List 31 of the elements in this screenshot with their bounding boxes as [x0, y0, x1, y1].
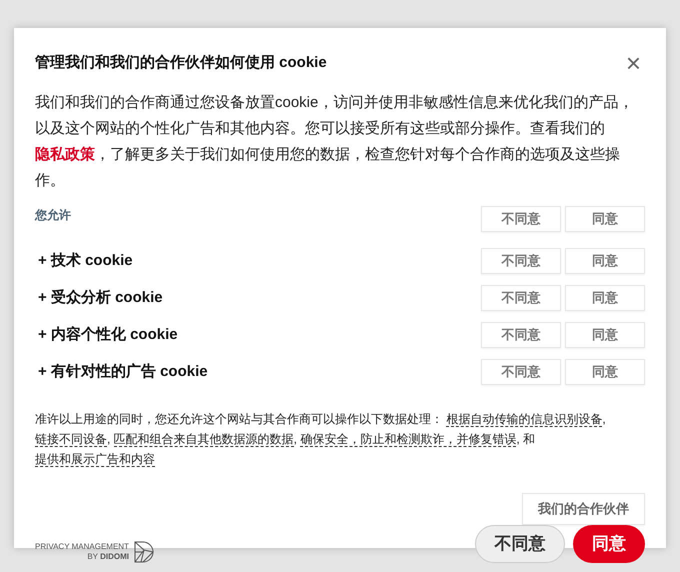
disagree-button[interactable]: 不同意 — [475, 524, 565, 562]
close-button[interactable]: × — [622, 50, 645, 76]
branding-text: BY DIDOMI — [86, 552, 129, 562]
disagree-purpose-button[interactable]: 不同意 — [481, 359, 561, 385]
branding-text: PRIVACY MANAGEMENT — [35, 542, 129, 552]
agree-purpose-button[interactable]: 同意 — [565, 359, 645, 385]
logo-icon — [132, 540, 155, 562]
agree-all-button[interactable]: 同意 — [565, 206, 645, 232]
processing-text: 准许以上用途的同时，您还允许这个网站与其合作商可以操作以下数据处理： 根据自动传输的信息识别设备, 链接不同设备, 匹配和组合来自其他数据源的数据, 确保安全，防止和检测欺诈，并修复错误, 和 提供和展示广告和内容 — [35, 411, 607, 469]
agree-purpose-button[interactable]: 同意 — [565, 285, 645, 311]
allow-heading: 您允许 — [35, 207, 71, 224]
agree-button[interactable]: 同意 — [573, 524, 645, 562]
disagree-purpose-button[interactable]: 不同意 — [481, 285, 561, 311]
disagree-purpose-button[interactable]: 不同意 — [481, 322, 561, 348]
dialog-title: 管理我们和我们的合作伙伴如何使用 cookie — [35, 52, 327, 73]
purpose-toggle[interactable]: + 有针对性的广告 cookie — [35, 360, 208, 384]
processing-link[interactable]: 链接不同设备 — [35, 432, 107, 447]
processing-link[interactable]: 确保安全，防止和检测欺诈，并修复错误 — [300, 432, 516, 447]
privacy-policy-link[interactable]: 隐私政策 — [35, 146, 95, 163]
agree-purpose-button[interactable]: 同意 — [565, 322, 645, 348]
processing-link[interactable]: 匹配和组合来自其他数据源的数据 — [114, 432, 294, 447]
description-text: 我们和我们的合作商通过您设备放置cookie，访问并使用非敏感性信息来优化我们的产品，以及这个网站的个性化广告和其他内容。您可以接受所有这些或部分操作。查看我们的 隐私政策，了解更多关于我们如何使用您的数据，检查您针对每个合作商的选项及这些操作。 — [35, 93, 634, 191]
purpose-toggle[interactable]: + 技术 cookie — [35, 250, 133, 272]
agree-purpose-button[interactable]: 同意 — [565, 248, 645, 274]
processing-link[interactable]: 提供和展示广告和内容 — [35, 452, 155, 467]
disagree-all-button[interactable]: 不同意 — [481, 206, 561, 232]
purpose-toggle[interactable]: + 内容个性化 cookie — [35, 324, 178, 346]
disagree-purpose-button[interactable]: 不同意 — [481, 248, 561, 274]
purpose-toggle[interactable]: + 受众分析 cookie — [35, 286, 163, 310]
processing-link[interactable]: 根据自动传输的信息识别设备 — [446, 412, 602, 427]
partners-button[interactable]: 我们的合作伙伴 — [522, 493, 645, 524]
